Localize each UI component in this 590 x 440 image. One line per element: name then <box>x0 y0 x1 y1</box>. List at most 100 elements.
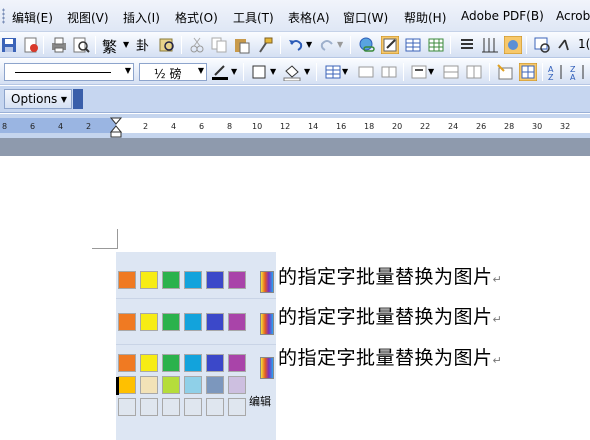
insert-table-icon[interactable] <box>324 63 342 81</box>
color-swatch-green[interactable] <box>162 313 180 331</box>
color-swatch-blue[interactable] <box>206 354 224 372</box>
color-swatch-blue[interactable] <box>206 313 224 331</box>
insert-table-icon[interactable] <box>404 36 422 54</box>
indent-marker-icon[interactable] <box>110 116 122 138</box>
split-cells-icon[interactable] <box>380 63 398 81</box>
table-autoformat-icon[interactable] <box>496 63 514 81</box>
edit-colors-link[interactable]: 编辑 <box>249 393 271 409</box>
permission-icon[interactable] <box>22 36 40 54</box>
show-gridlines-icon[interactable] <box>519 63 537 81</box>
toolbar-options-chevron[interactable] <box>73 89 83 109</box>
color-swatch-yellow[interactable] <box>140 354 158 372</box>
chevron-down-icon[interactable]: ▼ <box>342 67 348 76</box>
cut-icon[interactable] <box>188 36 206 54</box>
color-swatch-tan[interactable] <box>140 376 158 394</box>
chevron-down-icon[interactable]: ▼ <box>306 40 312 49</box>
color-swatch-yellow[interactable] <box>140 313 158 331</box>
sort-ascending-icon[interactable]: AZ <box>548 63 566 81</box>
print-icon[interactable] <box>50 36 68 54</box>
color-swatch-light-blue[interactable] <box>184 271 202 289</box>
gradient-picker-icon[interactable] <box>260 271 274 293</box>
tables-borders-icon[interactable] <box>381 36 399 54</box>
reading-layout-icon[interactable] <box>533 36 551 54</box>
chevron-down-icon[interactable]: ▼ <box>428 67 434 76</box>
distribute-columns-icon[interactable] <box>465 63 483 81</box>
shading-color-icon[interactable] <box>283 63 301 81</box>
color-swatch-green[interactable] <box>162 354 180 372</box>
menu-format[interactable]: 格式(O) <box>175 9 218 26</box>
color-swatch-purple[interactable] <box>228 313 246 331</box>
color-swatch-sky[interactable] <box>184 376 202 394</box>
distribute-rows-icon[interactable] <box>442 63 460 81</box>
undo-icon[interactable] <box>287 36 305 54</box>
menu-table[interactable]: 表格(A) <box>288 9 330 26</box>
document-line[interactable]: 的指定字批量替换为图片↵ <box>278 343 502 370</box>
color-swatch-light-blue[interactable] <box>184 354 202 372</box>
chevron-down-icon[interactable]: ▼ <box>304 67 310 76</box>
traditional-chinese-button[interactable]: 繁 <box>102 36 117 57</box>
line-style-dropdown[interactable]: ▼ <box>4 63 134 81</box>
color-swatch-orange[interactable] <box>118 271 136 289</box>
color-swatch-empty[interactable] <box>118 398 136 416</box>
color-swatch-slate[interactable] <box>206 376 224 394</box>
menu-insert[interactable]: 插入(I) <box>123 9 160 26</box>
chevron-down-icon[interactable]: ▼ <box>123 40 129 49</box>
color-swatch-empty[interactable] <box>140 398 158 416</box>
color-swatch-orange[interactable] <box>118 354 136 372</box>
redo-icon[interactable] <box>318 36 336 54</box>
menu-edit[interactable]: 编辑(E) <box>12 9 53 26</box>
format-painter-icon[interactable] <box>256 36 274 54</box>
chevron-down-icon[interactable]: ▼ <box>198 66 204 75</box>
document-map-icon[interactable] <box>504 36 522 54</box>
menu-acrobat[interactable]: Acrob <box>556 9 590 23</box>
color-swatch-orange[interactable] <box>118 313 136 331</box>
save-icon[interactable] <box>0 36 18 54</box>
color-swatch-empty[interactable] <box>206 398 224 416</box>
color-swatch-blue[interactable] <box>206 271 224 289</box>
document-page[interactable] <box>0 156 590 440</box>
menu-window[interactable]: 窗口(W) <box>343 9 388 26</box>
color-swatch-lavender[interactable] <box>228 376 246 394</box>
hyperlink-icon[interactable] <box>358 36 376 54</box>
menu-tools[interactable]: 工具(T) <box>233 9 274 26</box>
chevron-down-icon[interactable]: ▼ <box>231 67 237 76</box>
chevron-down-icon[interactable]: ▼ <box>337 40 343 49</box>
menu-adobe-pdf[interactable]: Adobe PDF(B) <box>461 9 544 23</box>
drawing-icon[interactable] <box>481 36 499 54</box>
document-line[interactable]: 的指定字批量替换为图片↵ <box>278 302 502 329</box>
chinese-convert-icon[interactable]: 卦 <box>135 36 153 54</box>
merge-cells-icon[interactable] <box>357 63 375 81</box>
color-swatch-purple[interactable] <box>228 271 246 289</box>
show-hide-icon[interactable] <box>556 36 574 54</box>
chevron-down-icon[interactable]: ▼ <box>270 67 276 76</box>
color-swatch-green[interactable] <box>162 271 180 289</box>
color-swatch-lime[interactable] <box>162 376 180 394</box>
copy-icon[interactable] <box>210 36 228 54</box>
color-swatch-empty[interactable] <box>162 398 180 416</box>
align-icon[interactable] <box>410 63 428 81</box>
print-preview-icon[interactable] <box>72 36 90 54</box>
research-icon[interactable] <box>158 36 176 54</box>
sort-descending-icon[interactable]: ZA <box>570 63 588 81</box>
border-color-icon[interactable] <box>211 63 229 81</box>
insert-excel-icon[interactable] <box>427 36 445 54</box>
document-line[interactable]: 的指定字批量替换为图片↵ <box>278 262 502 289</box>
color-swatch-empty[interactable] <box>184 398 202 416</box>
color-swatch-empty[interactable] <box>228 398 246 416</box>
gradient-picker-icon[interactable] <box>260 357 274 379</box>
horizontal-ruler[interactable]: 8 6 4 2 2 4 6 8 10 12 14 16 18 20 22 24 … <box>0 114 590 138</box>
menu-grip[interactable] <box>2 8 5 24</box>
menu-view[interactable]: 视图(V) <box>67 9 109 26</box>
options-button[interactable]: Options ▼ <box>4 89 72 109</box>
zoom-field[interactable]: 1( <box>578 37 590 51</box>
gradient-picker-icon[interactable] <box>260 313 274 335</box>
line-weight-dropdown[interactable]: ½ 磅 ▼ <box>139 63 207 81</box>
color-swatch-gold[interactable] <box>118 376 136 394</box>
menu-help[interactable]: 帮助(H) <box>404 9 446 26</box>
color-swatch-purple[interactable] <box>228 354 246 372</box>
color-swatch-yellow[interactable] <box>140 271 158 289</box>
paste-icon[interactable] <box>233 36 251 54</box>
color-swatch-light-blue[interactable] <box>184 313 202 331</box>
chevron-down-icon[interactable]: ▼ <box>125 66 131 75</box>
outside-border-icon[interactable] <box>250 63 268 81</box>
